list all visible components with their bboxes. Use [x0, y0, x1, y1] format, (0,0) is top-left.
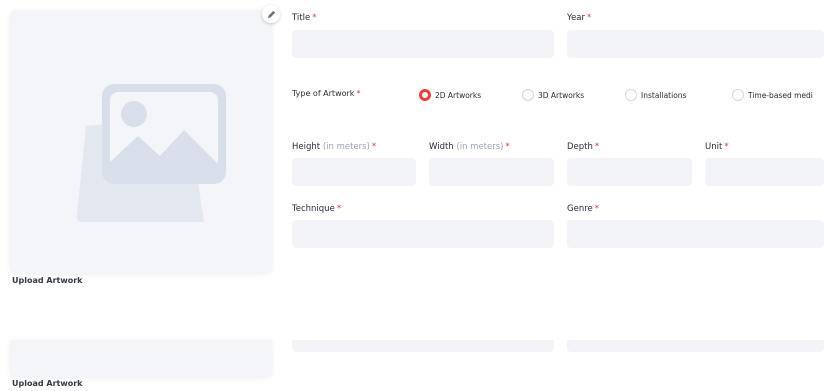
width-input[interactable] [429, 158, 554, 186]
height-input[interactable] [292, 158, 416, 186]
radio-button-checked[interactable] [419, 89, 431, 101]
width-unit-hint: (in meters) [456, 142, 504, 152]
radio-button[interactable] [732, 89, 744, 101]
radio-3d-artworks[interactable]: 3D Artworks [522, 89, 584, 101]
height-label-text: Height [292, 142, 321, 152]
upload-artwork-label-2: Upload Artwork [12, 379, 83, 388]
required-mark: * [356, 89, 361, 98]
radio-time-based-media[interactable]: Time-based medi [732, 89, 813, 101]
radio-installations[interactable]: Installations [625, 89, 686, 101]
second-title-input[interactable] [292, 340, 554, 352]
radio-label: 2D Artworks [435, 90, 482, 100]
year-label-text: Year [567, 13, 585, 23]
unit-label-text: Unit [705, 142, 723, 152]
upload-artwork-label: Upload Artwork [12, 276, 83, 285]
required-mark: * [594, 204, 599, 214]
required-mark: * [594, 142, 600, 152]
second-year-input[interactable] [567, 340, 824, 352]
pencil-icon [267, 10, 275, 18]
depth-label: Depth * [567, 142, 599, 152]
required-mark: * [587, 13, 592, 23]
radio-label: Installations [641, 90, 687, 100]
required-mark: * [336, 204, 342, 214]
width-label-text: Width [429, 142, 454, 152]
technique-label: Technique * [292, 204, 341, 214]
width-label: Width (in meters) * [429, 142, 510, 152]
depth-label-text: Depth [567, 142, 593, 152]
genre-label-text: Genre [567, 204, 593, 214]
radio-button[interactable] [522, 89, 534, 101]
genre-input[interactable] [567, 220, 824, 248]
required-mark: * [371, 142, 377, 152]
height-label: Height (in meters) * [292, 142, 376, 152]
height-unit-hint: (in meters) [322, 142, 370, 152]
unit-select[interactable] [705, 158, 824, 186]
required-mark: * [724, 142, 729, 152]
year-input[interactable] [567, 30, 824, 58]
genre-label: Genre * [567, 204, 599, 214]
radio-button[interactable] [625, 89, 637, 101]
radio-label: 3D Artworks [538, 90, 585, 100]
title-input[interactable] [292, 30, 554, 58]
artwork-upload-dropzone[interactable] [10, 10, 272, 273]
depth-input[interactable] [567, 158, 692, 186]
radio-2d-artworks[interactable]: 2D Artworks [419, 89, 481, 101]
required-mark: * [505, 142, 510, 152]
required-mark: * [312, 13, 317, 23]
title-label: Title * [292, 13, 316, 23]
type-label-text: Type of Artwork [292, 89, 355, 98]
unit-label: Unit * [705, 142, 729, 152]
type-of-artwork-label: Type of Artwork * [292, 89, 360, 98]
artwork-upload-dropzone-2[interactable] [10, 340, 272, 377]
image-placeholder-icon [76, 84, 226, 222]
title-label-text: Title [292, 13, 311, 23]
year-label: Year * [567, 13, 591, 23]
technique-label-text: Technique [292, 204, 335, 214]
edit-artwork-button[interactable] [262, 5, 280, 23]
radio-label: Time-based medi [748, 90, 813, 100]
technique-input[interactable] [292, 220, 554, 248]
